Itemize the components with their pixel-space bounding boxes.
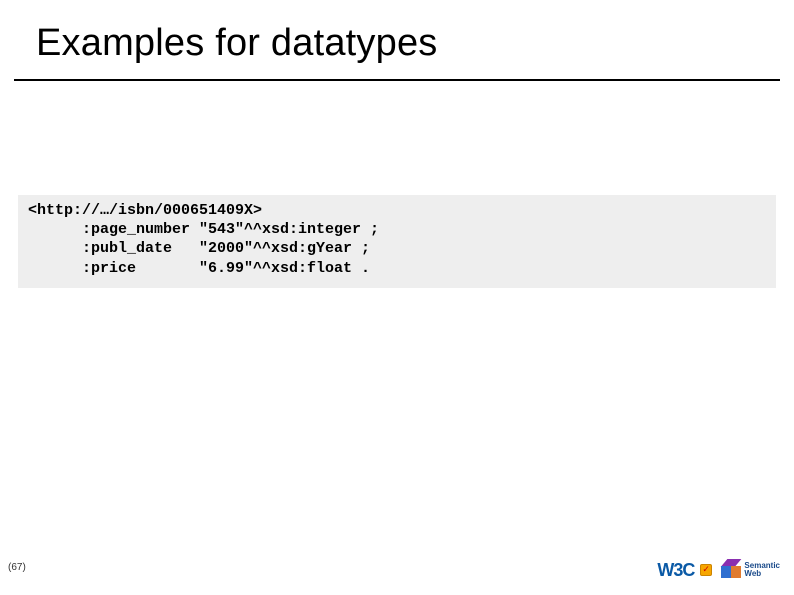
semantic-web-line2: Web	[744, 570, 780, 578]
code-example: <http://…/isbn/000651409X> :page_number …	[18, 195, 776, 288]
slide-title: Examples for datatypes	[0, 0, 794, 79]
semantic-web-logo-icon: Semantic Web	[720, 559, 780, 581]
cube-icon	[720, 559, 742, 581]
w3c-logo-icon: W3C	[657, 560, 694, 581]
footer-logos: W3C Semantic Web	[657, 559, 780, 581]
title-divider	[14, 79, 780, 81]
validator-icon	[700, 564, 712, 576]
semantic-web-label: Semantic Web	[744, 562, 780, 578]
page-number: (67)	[8, 562, 26, 573]
slide: Examples for datatypes <http://…/isbn/00…	[0, 0, 794, 595]
